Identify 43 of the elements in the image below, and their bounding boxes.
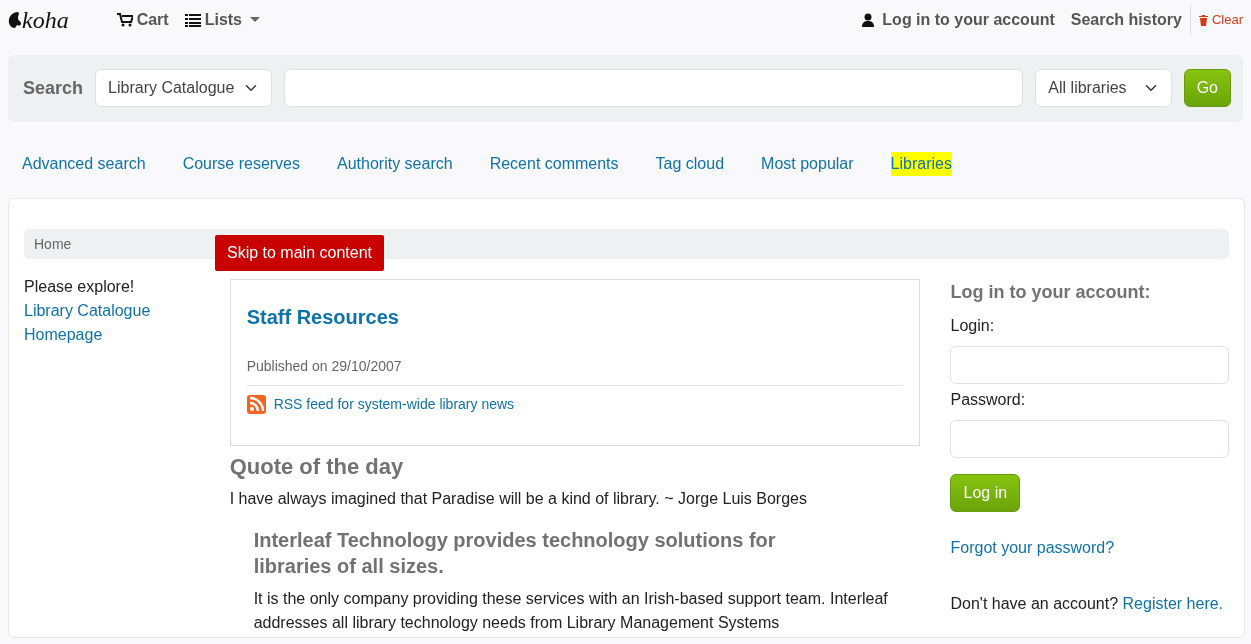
list-icon (184, 13, 201, 27)
user-icon (862, 13, 875, 27)
password-label: Password: (950, 390, 1026, 410)
register-sentence: Don't have an account? Register here. (950, 594, 1225, 614)
promo-text: It is the only company providing these services with an Irish-based support team. Interleaf addresses all library technology needs from Library Management Systems (253, 589, 889, 633)
password-input[interactable] (950, 420, 1229, 458)
forgot-password-link[interactable]: Forgot your password? (950, 539, 1115, 556)
library-select[interactable]: All libraries (1035, 69, 1172, 107)
search-label: Search (23, 76, 84, 100)
register-link[interactable]: Register here. (1122, 595, 1224, 612)
skip-link[interactable]: Skip to main content (215, 235, 384, 271)
login-input[interactable] (950, 346, 1229, 384)
koha-logo[interactable]: koha (8, 2, 69, 38)
lists-menu[interactable]: Lists (184, 8, 260, 32)
nav-link[interactable]: Advanced search (22, 152, 146, 176)
nav-link[interactable]: Tag cloud (655, 152, 725, 176)
sidebar-link[interactable]: Homepage (24, 323, 103, 347)
promo-heading: Interleaf Technology provides technology solutions for libraries of all sizes. (253, 528, 777, 579)
sidebar-link[interactable]: Library Catalogue (24, 299, 151, 323)
rss-icon (246, 395, 266, 414)
cart-icon (116, 13, 133, 27)
login-link[interactable]: Log in to your account (862, 8, 1055, 32)
search-scope-select[interactable]: Library Catalogue (95, 69, 273, 107)
login-label: Login: (950, 316, 995, 336)
nav-link[interactable]: Most popular (761, 152, 854, 176)
nav-link[interactable]: Course reserves (182, 152, 300, 176)
breadcrumb-link[interactable]: Home (34, 236, 72, 252)
nav-link[interactable]: Authority search (337, 152, 453, 176)
cart-link[interactable]: Cart (116, 8, 169, 32)
quote-heading: Quote of the day (229, 453, 405, 481)
nav-link[interactable]: Libraries (890, 152, 952, 176)
trash-icon (1198, 14, 1208, 26)
sidebar-heading: Please explore! (24, 277, 136, 297)
search-history-link[interactable]: Search history (1070, 4, 1191, 36)
search-input[interactable] (284, 69, 1024, 107)
caret-icon (250, 17, 260, 23)
published-date: Published on 29/10/2007 (246, 356, 904, 386)
login-heading: Log in to your account: (950, 281, 1152, 304)
nav-link[interactable]: Recent comments (489, 152, 619, 176)
quote-text: I have always imagined that Paradise will be a kind of library. ~ Jorge Luis Borges (229, 489, 808, 509)
clear-link[interactable]: Clear (1190, 10, 1243, 30)
rss-link[interactable]: RSS feed for system-wide library news (246, 394, 515, 415)
news-title-link[interactable]: Staff Resources (246, 302, 399, 332)
